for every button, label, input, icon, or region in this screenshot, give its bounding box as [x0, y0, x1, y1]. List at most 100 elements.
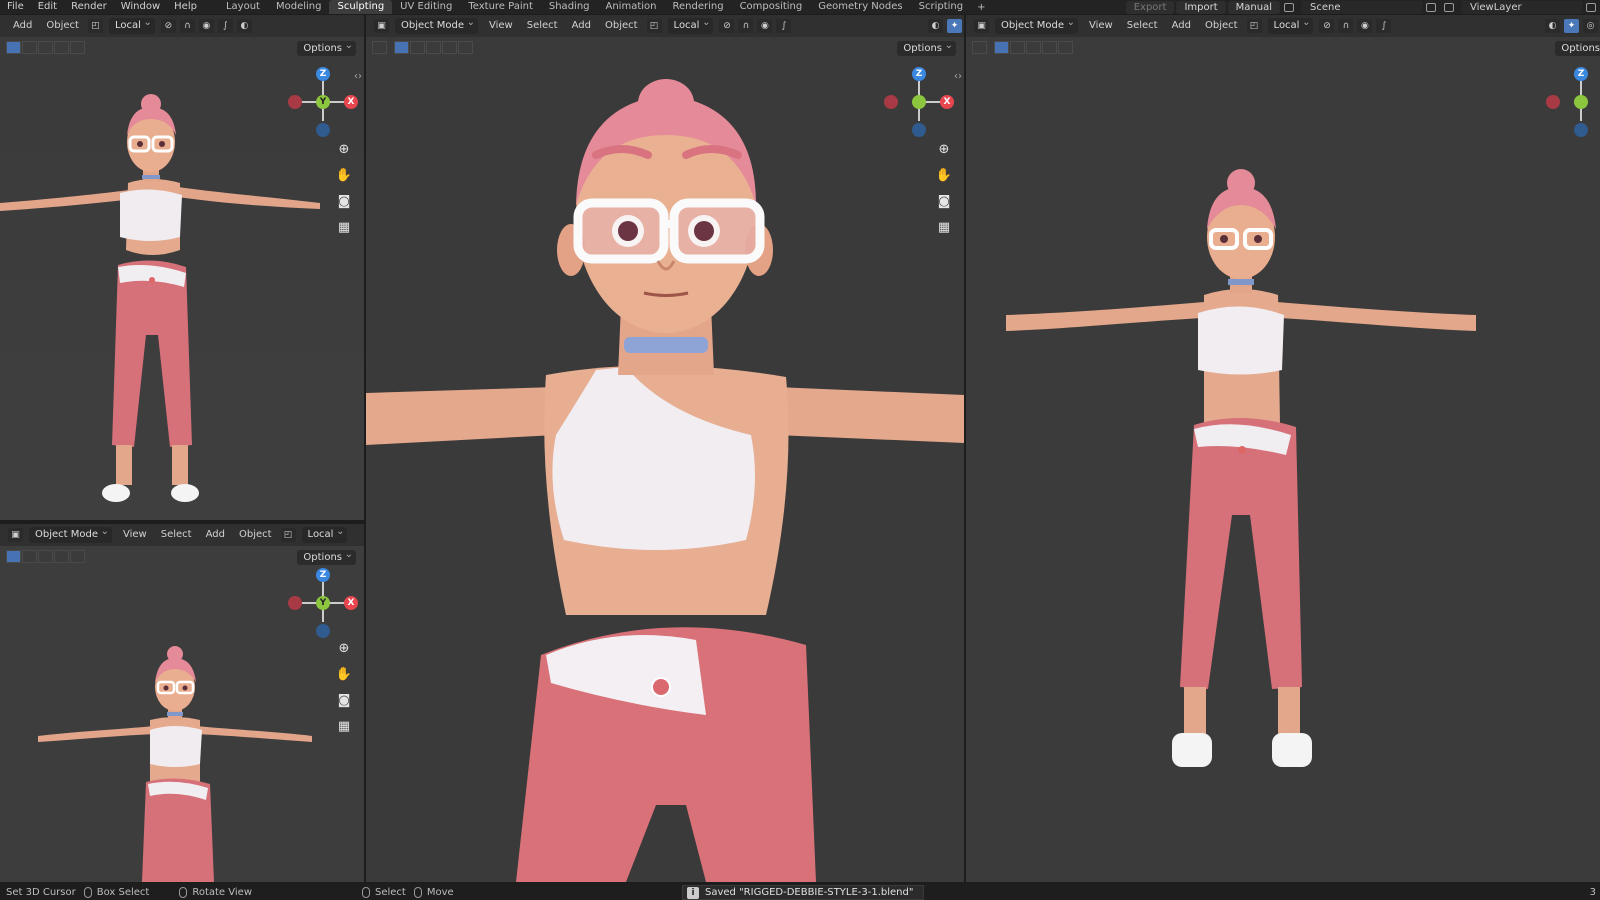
gizmo-z-axis[interactable]: Z: [912, 67, 926, 81]
view-menu[interactable]: View: [1082, 17, 1120, 35]
navigation-gizmo[interactable]: Z X: [884, 67, 954, 137]
add-menu[interactable]: Add: [1165, 17, 1198, 35]
proportional-edit-icon[interactable]: ◉: [1357, 19, 1373, 33]
select-invert-icon[interactable]: [442, 40, 457, 54]
select-new-icon[interactable]: [6, 40, 21, 54]
select-subtract-icon[interactable]: [38, 549, 53, 563]
add-menu[interactable]: Add: [565, 17, 598, 35]
split-arrow-icon[interactable]: ‹›: [954, 71, 962, 82]
new-viewlayer-icon[interactable]: [1586, 2, 1596, 12]
pivot-icon[interactable]: ◰: [280, 528, 296, 542]
magnet-icon[interactable]: ∩: [738, 19, 754, 33]
pan-hand-icon[interactable]: ✋: [334, 664, 354, 684]
tab-texture-paint[interactable]: Texture Paint: [460, 0, 541, 14]
select-intersect-icon[interactable]: [1058, 40, 1073, 54]
visibility-icon[interactable]: ◐: [236, 19, 252, 33]
navigation-gizmo[interactable]: Z X Y: [288, 67, 358, 137]
pan-hand-icon[interactable]: ✋: [934, 165, 954, 185]
tab-shading[interactable]: Shading: [541, 0, 598, 14]
orientation-dropdown[interactable]: Local: [667, 15, 714, 34]
add-workspace-button[interactable]: +: [971, 2, 991, 13]
tab-sculpting[interactable]: Sculpting: [329, 0, 393, 14]
select-subtract-icon[interactable]: [1026, 40, 1041, 54]
zoom-icon[interactable]: ⊕: [334, 139, 354, 159]
tab-animation[interactable]: Animation: [598, 0, 665, 14]
proportional-edit-icon[interactable]: ◉: [757, 19, 773, 33]
camera-icon[interactable]: ◙: [934, 191, 954, 211]
select-new-icon[interactable]: [994, 40, 1009, 54]
options-dropdown[interactable]: Options: [1555, 41, 1600, 56]
snap-icon[interactable]: ⊘: [160, 19, 176, 33]
options-dropdown[interactable]: Options: [297, 547, 356, 565]
object-menu[interactable]: Object: [1198, 17, 1245, 35]
pivot-icon[interactable]: ◰: [646, 19, 662, 33]
gizmo-toggle-icon[interactable]: ✦: [1564, 19, 1579, 33]
perspective-grid-icon[interactable]: ▦: [934, 217, 954, 237]
tab-modeling[interactable]: Modeling: [268, 0, 330, 14]
orientation-dropdown[interactable]: Local: [301, 524, 348, 543]
tab-rendering[interactable]: Rendering: [664, 0, 731, 14]
tab-geometry-nodes[interactable]: Geometry Nodes: [810, 0, 910, 14]
menu-window[interactable]: Window: [114, 0, 167, 14]
viewport-bottom-left[interactable]: ▣ Object Mode View Select Add Object ◰ L…: [0, 524, 364, 882]
magnet-icon[interactable]: ∩: [1338, 19, 1354, 33]
tab-compositing[interactable]: Compositing: [732, 0, 811, 14]
options-dropdown[interactable]: Options: [297, 38, 356, 56]
view-menu[interactable]: View: [116, 526, 154, 544]
saved-report[interactable]: i Saved "RIGGED-DEBBIE-STYLE-3-1.blend": [682, 885, 925, 900]
overlay-icon[interactable]: ◎: [1583, 19, 1598, 33]
tool-play-icon[interactable]: [972, 40, 987, 54]
gizmo-neg-z-axis[interactable]: [912, 123, 926, 137]
orientation-dropdown[interactable]: Local: [108, 15, 155, 34]
select-menu[interactable]: Select: [520, 17, 565, 35]
visibility-icon[interactable]: ◐: [928, 19, 943, 33]
tab-layout[interactable]: Layout: [218, 0, 268, 14]
gizmo-z-axis[interactable]: Z: [316, 67, 330, 81]
viewport-top-left[interactable]: Add Object ◰ Local ⊘ ∩ ◉ ∫ ◐ Options Z X…: [0, 15, 364, 520]
gizmo-x-axis[interactable]: X: [940, 95, 954, 109]
grid-icon[interactable]: ▦: [334, 716, 354, 736]
zoom-icon[interactable]: ⊕: [334, 638, 354, 658]
gizmo-x-axis[interactable]: X: [344, 95, 358, 109]
select-intersect-icon[interactable]: [70, 40, 85, 54]
navigation-gizmo[interactable]: Z: [1546, 67, 1600, 137]
orientation-dropdown[interactable]: Local: [1267, 15, 1314, 34]
menu-help[interactable]: Help: [167, 0, 204, 14]
camera-icon[interactable]: ◙: [334, 690, 354, 710]
magnet-icon[interactable]: ∩: [179, 19, 195, 33]
gizmo-z-axis[interactable]: Z: [1574, 67, 1588, 81]
tab-uv-editing[interactable]: UV Editing: [392, 0, 460, 14]
select-extend-icon[interactable]: [22, 40, 37, 54]
select-invert-icon[interactable]: [1042, 40, 1057, 54]
select-invert-icon[interactable]: [54, 40, 69, 54]
view-menu[interactable]: View: [482, 17, 520, 35]
select-extend-icon[interactable]: [410, 40, 425, 54]
select-intersect-icon[interactable]: [458, 40, 473, 54]
select-extend-icon[interactable]: [1010, 40, 1025, 54]
falloff-curve-icon[interactable]: ∫: [217, 19, 233, 33]
navigation-gizmo[interactable]: Z X Y: [288, 568, 358, 638]
split-arrow-icon[interactable]: ‹›: [354, 71, 362, 82]
gizmo-neg-z-axis[interactable]: [1574, 123, 1588, 137]
object-menu[interactable]: Object: [39, 17, 86, 35]
gizmo-y-axis[interactable]: Y: [316, 596, 330, 610]
camera-icon[interactable]: ◙: [334, 191, 354, 211]
select-subtract-icon[interactable]: [426, 40, 441, 54]
grid-icon[interactable]: ▦: [334, 217, 354, 237]
gizmo-neg-x-axis[interactable]: [288, 95, 302, 109]
viewlayer-selector[interactable]: ViewLayer: [1462, 0, 1582, 14]
select-intersect-icon[interactable]: [70, 549, 85, 563]
pan-hand-icon[interactable]: ✋: [334, 165, 354, 185]
select-invert-icon[interactable]: [54, 549, 69, 563]
pivot-icon[interactable]: ◰: [87, 19, 103, 33]
mode-dropdown[interactable]: Object Mode: [995, 15, 1078, 34]
mode-dropdown[interactable]: Object Mode: [29, 524, 112, 543]
scene-selector[interactable]: Scene: [1302, 0, 1422, 14]
gizmo-y-axis[interactable]: Y: [316, 95, 330, 109]
viewport-right[interactable]: ▣ Object Mode View Select Add Object ◰ L…: [966, 15, 1600, 882]
gizmo-neg-z-axis[interactable]: [316, 123, 330, 137]
select-menu[interactable]: Select: [154, 526, 199, 544]
gizmo-y-axis[interactable]: [1574, 95, 1588, 109]
manual-button[interactable]: Manual: [1227, 0, 1280, 14]
gizmo-neg-x-axis[interactable]: [1546, 95, 1560, 109]
